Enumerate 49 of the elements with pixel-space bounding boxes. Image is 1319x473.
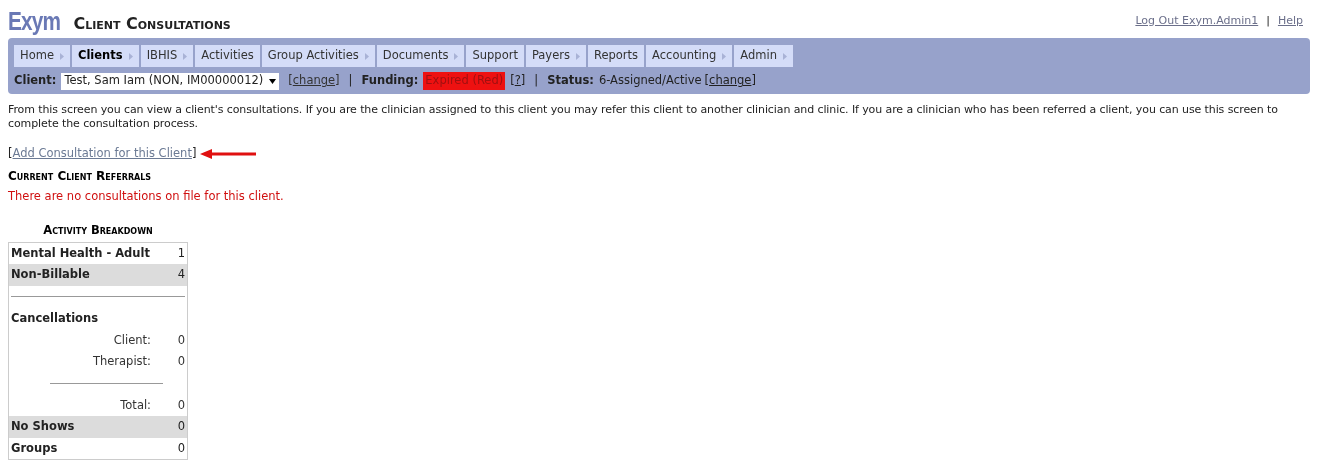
nav-tab[interactable]: Payers: [525, 45, 586, 67]
nav-tab[interactable]: Home: [14, 45, 70, 67]
status-label: Status:: [547, 72, 594, 90]
status-change-link[interactable]: [change]: [704, 72, 756, 90]
row-value: 0: [176, 396, 185, 414]
row-label: Mental Health - Adult: [11, 244, 150, 262]
nav-tab[interactable]: Admin: [734, 45, 793, 67]
row-value: 4: [177, 266, 185, 284]
nav-tab[interactable]: Activities: [195, 45, 260, 67]
nav-tab[interactable]: Documents: [376, 45, 465, 67]
arrow-icon: [200, 148, 257, 159]
add-consultation-link[interactable]: [Add Consultation for this Client]: [8, 145, 197, 163]
row-label: Therapist:: [91, 353, 151, 371]
nav-tab[interactable]: IBHIS: [140, 45, 194, 67]
row-heading: Cancellations: [11, 310, 99, 328]
row-label: Client:: [112, 331, 151, 349]
nav-tab[interactable]: Support: [466, 45, 524, 67]
row-value: 0: [176, 353, 185, 371]
funding-status: Expired (Red): [423, 72, 506, 90]
row-label: Non-Billable: [11, 266, 90, 284]
help-link[interactable]: Help: [1277, 12, 1303, 30]
page-title: Client Consultations: [73, 16, 231, 32]
row-label: Total:: [119, 396, 151, 414]
client-change-link[interactable]: [change]: [288, 72, 340, 90]
row-value: 1: [177, 244, 185, 262]
logo: Exym: [8, 8, 61, 34]
nav-tab[interactable]: Clients: [71, 45, 139, 67]
empty-message: There are no consultations on file for this client.: [8, 188, 285, 206]
dropdown-icon: [269, 78, 277, 84]
funding-label: Funding:: [361, 72, 419, 90]
nav-tab[interactable]: Group Activities: [261, 45, 375, 67]
row-value: 0: [177, 439, 185, 457]
client-select[interactable]: Test, Sam Iam (NON, IM00000012): [61, 72, 280, 90]
breakdown-title: Activity Breakdown: [42, 221, 154, 239]
row-value: 0: [176, 331, 185, 349]
row-value: 0: [177, 418, 185, 436]
separator: |: [348, 72, 353, 90]
nav-tab[interactable]: Accounting: [646, 45, 733, 67]
row-label: No Shows: [11, 418, 75, 436]
nav-tab[interactable]: Reports: [588, 45, 645, 67]
status-value: 6-Assigned/Active: [598, 72, 702, 90]
separator: |: [534, 72, 539, 90]
client-label: Client:: [14, 72, 57, 90]
intro-text: From this screen you can view a client's consultations. If you are the clinician assigned to this client you may refer this client to another clinician and clinic. If you are a clinician who has been referred a client, you can use this screen to complete the consultation process.: [8, 103, 1279, 131]
separator: |: [1266, 12, 1270, 29]
logout-link[interactable]: Log Out Exym.Admin1: [1135, 12, 1259, 30]
row-label: Groups: [11, 439, 58, 457]
funding-help-link[interactable]: [?]: [510, 72, 526, 90]
section-title: Current Client Referrals: [8, 168, 153, 186]
